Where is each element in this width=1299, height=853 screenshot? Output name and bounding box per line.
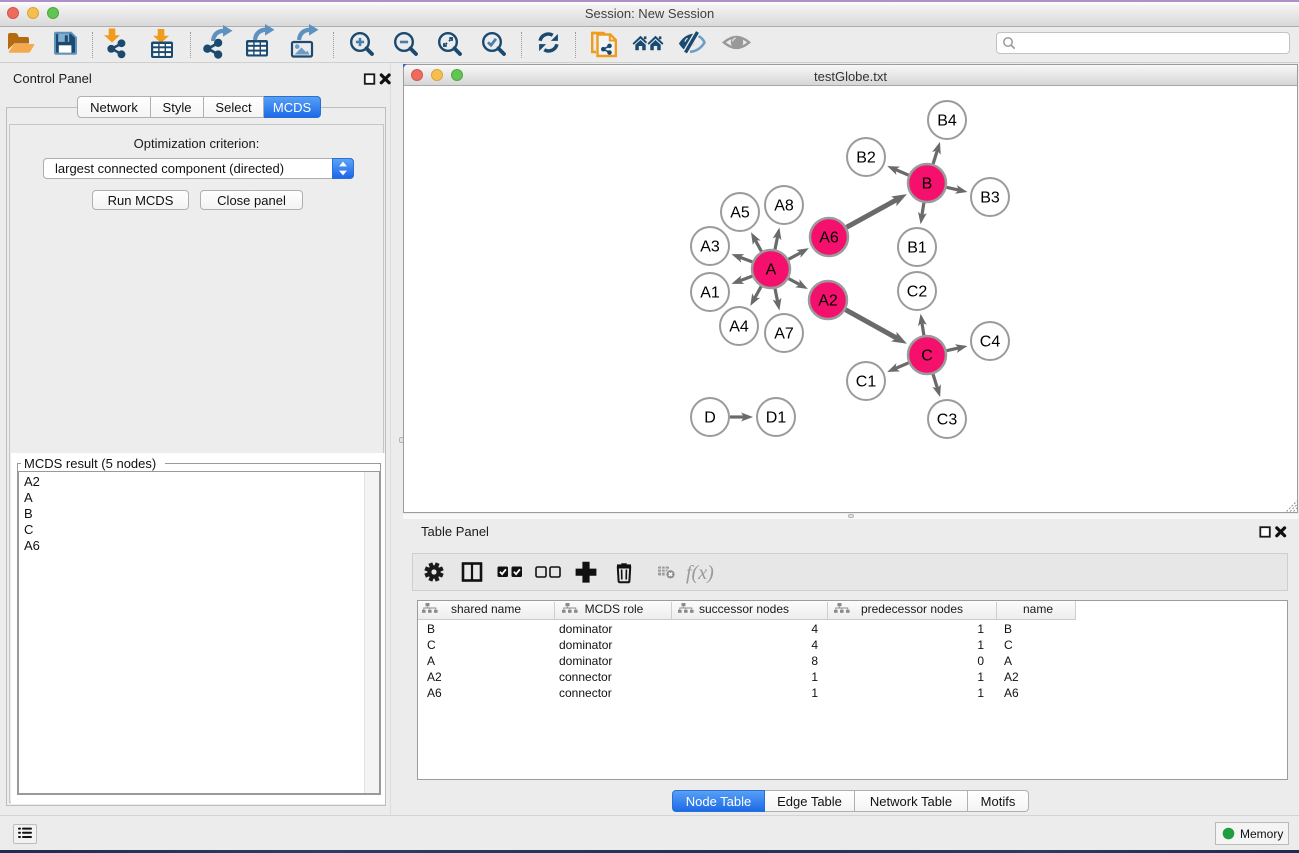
svg-text:f(x): f(x) [686, 562, 714, 584]
